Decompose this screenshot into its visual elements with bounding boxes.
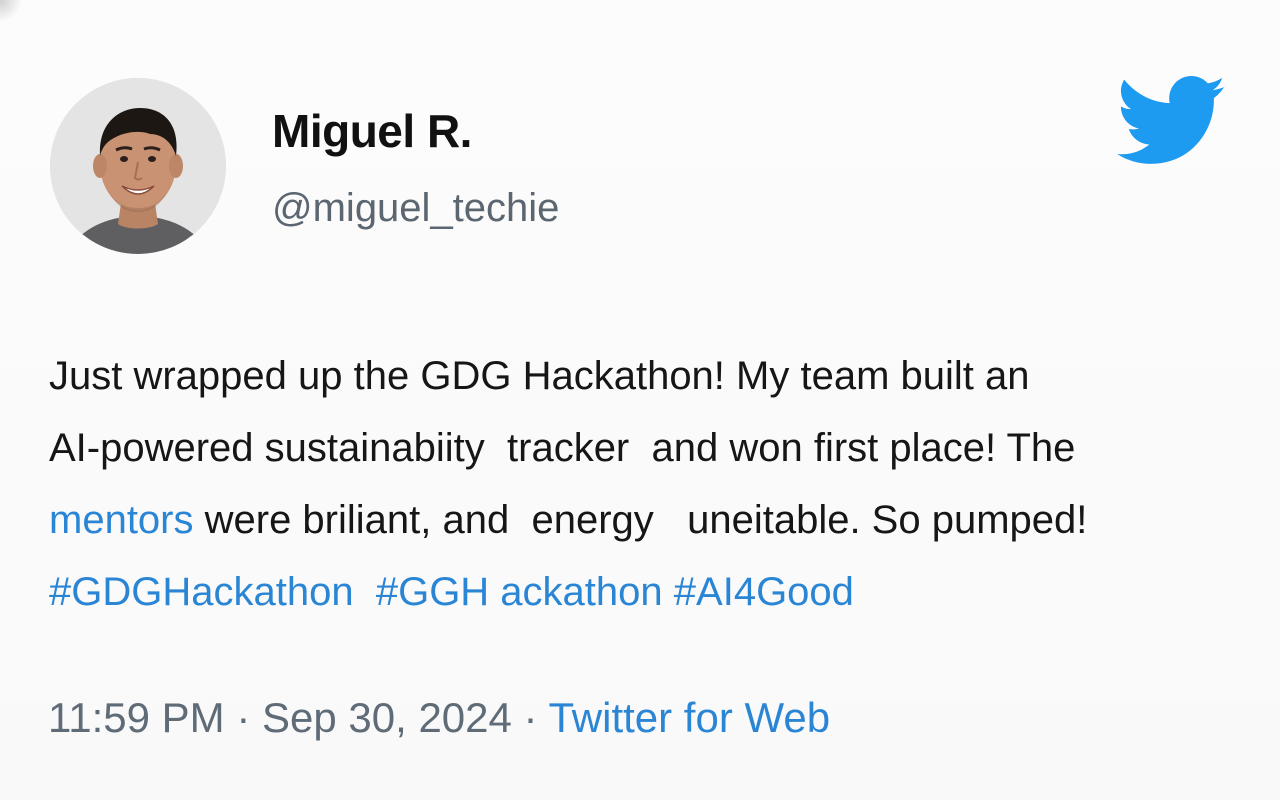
tweet-text-line-3-rest: were briliant, and energy uneitable. So … — [193, 498, 1088, 542]
avatar-image — [50, 78, 226, 254]
tweet-meta: 11:59 PM · Sep 30, 2024 · Twitter for We… — [48, 694, 830, 742]
tweet-date[interactable]: Sep 30, 2024 — [262, 694, 512, 741]
meta-separator: · — [511, 694, 549, 741]
tweet-time[interactable]: 11:59 PM — [48, 694, 225, 741]
hashtag-link[interactable]: #AI4Good — [674, 570, 854, 614]
meta-separator: · — [224, 694, 262, 741]
mention-link-mentors[interactable]: mentors — [49, 498, 194, 542]
tweet-text-line-2: AI-powered sustainabiity tracker and won… — [49, 426, 1076, 470]
hashtag-link[interactable]: #GGH ackathon — [376, 570, 663, 614]
tweet-text-line-1: Just wrapped up the GDG Hackathon! My te… — [49, 354, 1030, 398]
hashtag-line: #GDGHackathon #GGH ackathon #AI4Good — [49, 556, 1269, 628]
tweet-body: Just wrapped up the GDG Hackathon! My te… — [49, 340, 1269, 628]
author-handle[interactable]: @miguel_techie — [272, 186, 559, 231]
tweet-source-link[interactable]: Twitter for Web — [548, 694, 830, 741]
corner-shadow — [0, 0, 22, 22]
hashtag-link[interactable]: #GDGHackathon — [49, 570, 354, 614]
tweet-text-line-3: mentors were briliant, and energy uneita… — [49, 484, 1269, 556]
twitter-bird-icon — [1116, 76, 1228, 168]
tweet-card: Miguel R. @miguel_techie Just wrapped up… — [0, 0, 1280, 800]
author-display-name[interactable]: Miguel R. — [272, 104, 472, 158]
avatar[interactable] — [50, 78, 226, 254]
